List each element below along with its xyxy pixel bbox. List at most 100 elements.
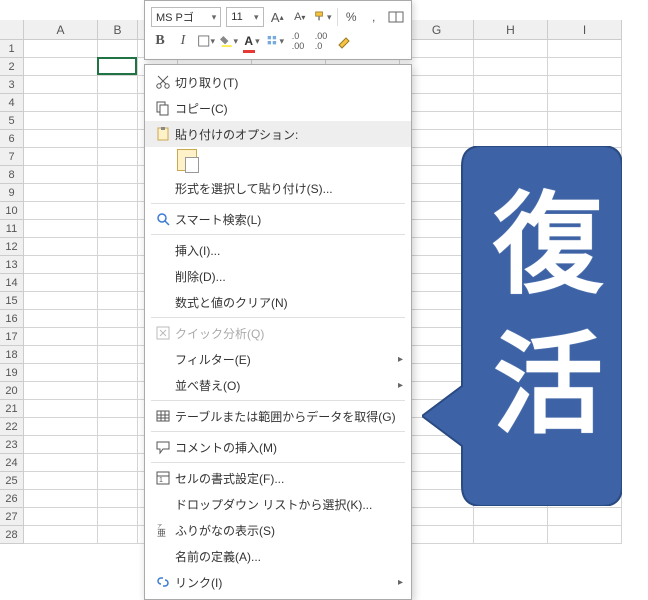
cell[interactable] [548,112,622,130]
cell[interactable] [98,328,138,346]
cell[interactable] [98,526,138,544]
row-header[interactable]: 19 [0,364,24,382]
cell[interactable] [98,274,138,292]
cell[interactable] [24,94,98,112]
cell[interactable] [24,58,98,76]
cell[interactable] [98,130,138,148]
row-header[interactable]: 2 [0,58,24,76]
row-header[interactable]: 26 [0,490,24,508]
cell[interactable] [24,508,98,526]
context-menu-item[interactable]: リンク(I)▸ [145,569,411,595]
row-header[interactable]: 25 [0,472,24,490]
row-header[interactable]: 6 [0,130,24,148]
cell[interactable] [548,508,622,526]
context-menu-item[interactable]: スマート検索(L) [145,206,411,232]
context-menu-item[interactable]: 挿入(I)... [145,237,411,263]
column-header[interactable]: B [98,20,138,40]
cell[interactable] [474,112,548,130]
font-name-dropdown[interactable]: MS Pゴ ▾ [151,7,221,27]
cell[interactable] [24,76,98,94]
cell[interactable] [98,112,138,130]
context-menu-item[interactable]: テーブルまたは範囲からデータを取得(G) [145,403,411,429]
increase-decimal-button[interactable]: .0.00 [289,32,307,50]
cell[interactable] [24,202,98,220]
clear-format-button[interactable] [335,32,353,50]
row-header[interactable]: 5 [0,112,24,130]
cell[interactable] [24,292,98,310]
cell[interactable] [98,436,138,454]
cell[interactable] [24,274,98,292]
context-menu-item[interactable]: コピー(C) [145,95,411,121]
context-menu-item[interactable]: ドロップダウン リストから選択(K)... [145,491,411,517]
cell[interactable] [548,58,622,76]
cell[interactable] [98,220,138,238]
cell[interactable] [474,76,548,94]
cell[interactable] [474,94,548,112]
cell[interactable] [24,364,98,382]
paste-option-button[interactable] [177,149,197,171]
cell[interactable] [24,400,98,418]
cell[interactable] [98,418,138,436]
cell[interactable] [98,256,138,274]
cell[interactable] [98,148,138,166]
context-menu-item[interactable]: コメントの挿入(M) [145,434,411,460]
context-menu-item[interactable]: 数式と値のクリア(N) [145,289,411,315]
fill-color-button[interactable]: ▾ [220,32,238,50]
cell[interactable] [24,148,98,166]
cell[interactable] [24,346,98,364]
bold-button[interactable]: B [151,32,169,50]
row-header[interactable]: 16 [0,310,24,328]
merge-button[interactable] [387,8,405,26]
format-painter-button[interactable]: ▾ [314,8,332,26]
row-header[interactable]: 8 [0,166,24,184]
context-menu-item[interactable]: 削除(D)... [145,263,411,289]
row-header[interactable]: 27 [0,508,24,526]
cell[interactable] [98,58,138,76]
cell[interactable] [98,202,138,220]
font-size-dropdown[interactable]: 11 ▾ [226,7,263,27]
cell[interactable] [24,166,98,184]
borders-menu-button[interactable]: ▾ [266,32,284,50]
cell[interactable] [24,40,98,58]
cell[interactable] [24,382,98,400]
cell[interactable] [24,256,98,274]
cell[interactable] [24,472,98,490]
row-header[interactable]: 3 [0,76,24,94]
cell[interactable] [24,436,98,454]
cell[interactable] [98,94,138,112]
cell[interactable] [24,238,98,256]
cell[interactable] [548,76,622,94]
row-header[interactable]: 1 [0,40,24,58]
cell[interactable] [98,76,138,94]
cell[interactable] [98,346,138,364]
row-header[interactable]: 28 [0,526,24,544]
row-header[interactable]: 23 [0,436,24,454]
select-all-corner[interactable] [0,20,24,40]
cell[interactable] [24,328,98,346]
cell[interactable] [98,40,138,58]
cell[interactable] [24,130,98,148]
cell[interactable] [98,472,138,490]
cell[interactable] [24,220,98,238]
row-header[interactable]: 10 [0,202,24,220]
border-button[interactable]: ▾ [197,32,215,50]
cell[interactable] [98,238,138,256]
italic-button[interactable]: I [174,32,192,50]
row-header[interactable]: 9 [0,184,24,202]
cell[interactable] [98,166,138,184]
context-menu-item[interactable]: 1セルの書式設定(F)... [145,465,411,491]
context-menu-item[interactable]: フィルター(E)▸ [145,346,411,372]
row-header[interactable]: 12 [0,238,24,256]
row-header[interactable]: 14 [0,274,24,292]
context-menu-item[interactable]: 切り取り(T) [145,69,411,95]
decrease-decimal-button[interactable]: .00.0 [312,32,330,50]
cell[interactable] [98,310,138,328]
column-header[interactable]: I [548,20,622,40]
context-menu-item[interactable]: 名前の定義(A)... [145,543,411,569]
cell[interactable] [98,508,138,526]
cell[interactable] [98,400,138,418]
cell[interactable] [24,418,98,436]
row-header[interactable]: 11 [0,220,24,238]
decrease-font-button[interactable]: A▾ [291,8,309,26]
context-menu-item[interactable]: 形式を選択して貼り付け(S)... [145,175,411,201]
